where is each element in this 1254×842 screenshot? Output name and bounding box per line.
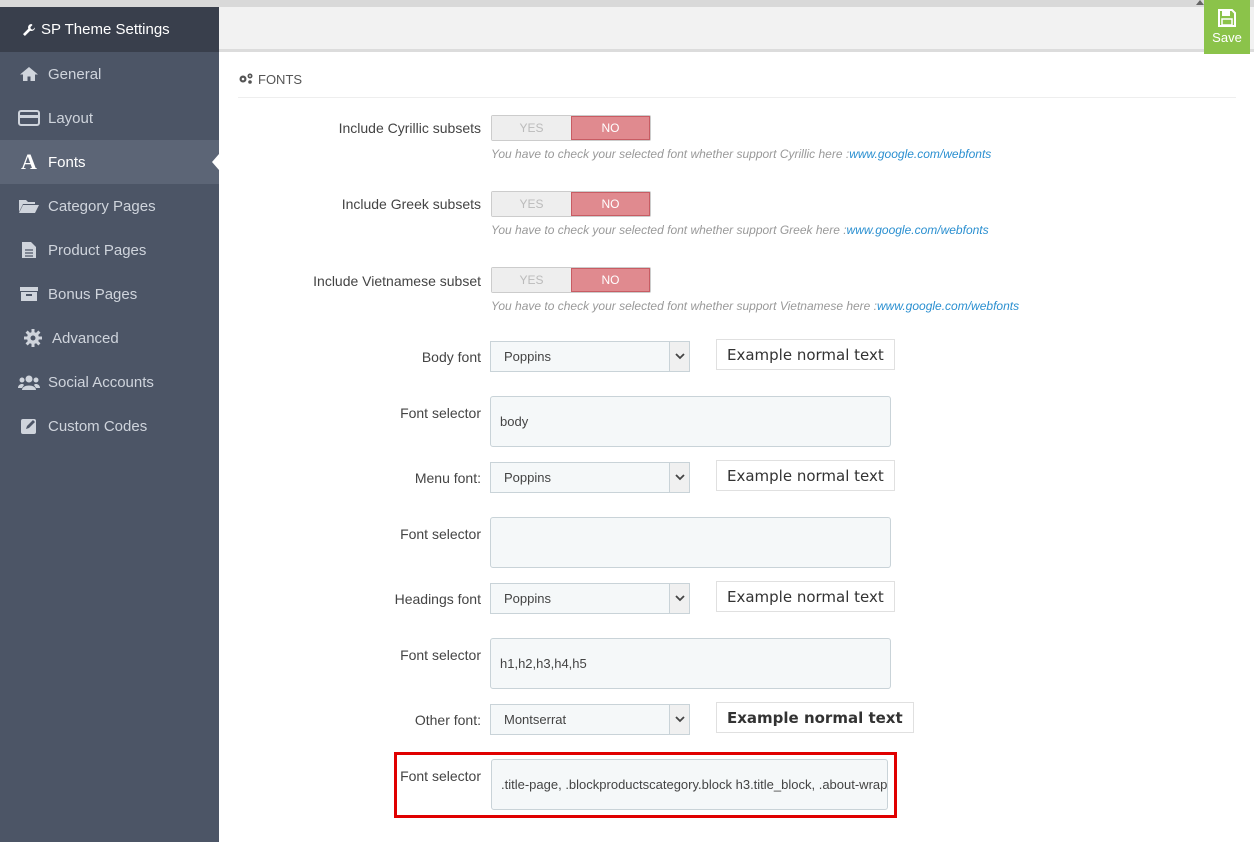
vietnamese-help: You have to check your selected font whe…	[491, 299, 1019, 313]
body-font-value: Poppins	[504, 349, 551, 364]
headings-font-value: Poppins	[504, 591, 551, 606]
sidebar-item-label: Custom Codes	[48, 417, 148, 435]
cyrillic-yes-option[interactable]: YES	[492, 116, 571, 140]
sidebar-item-label: Category Pages	[48, 197, 156, 215]
edit-icon	[18, 417, 40, 435]
sidebar-item-label: Advanced	[52, 329, 119, 347]
vietnamese-help-text: You have to check your selected font whe…	[491, 299, 878, 313]
greek-no-option[interactable]: NO	[570, 192, 650, 216]
vietnamese-no-option[interactable]: NO	[570, 268, 650, 292]
section-title: FONTS	[258, 72, 303, 87]
section-header: FONTS	[238, 62, 1236, 98]
greek-help-text: You have to check your selected font whe…	[491, 223, 847, 237]
headings-selector-input[interactable]: h1,h2,h3,h4,h5	[490, 638, 891, 689]
other-font-value: Montserrat	[504, 712, 567, 727]
chevron-down-icon	[669, 705, 689, 734]
vietnamese-toggle[interactable]: YES NO	[491, 267, 651, 293]
cyrillic-label: Include Cyrillic subsets	[338, 120, 481, 136]
save-button[interactable]: Save	[1204, 0, 1250, 54]
sidebar-item-general[interactable]: General	[0, 52, 219, 96]
menu-font-label: Menu font:	[414, 470, 481, 486]
sidebar-item-label: Social Accounts	[48, 373, 154, 391]
cyrillic-no-option[interactable]: NO	[570, 116, 650, 140]
floppy-disk-icon	[1218, 9, 1236, 30]
vietnamese-yes-option[interactable]: YES	[492, 268, 571, 292]
headings-font-example: Example normal text	[716, 581, 895, 612]
sidebar-title: SP Theme Settings	[41, 21, 170, 38]
sidebar-item-label: General	[48, 65, 102, 83]
menu-font-example: Example normal text	[716, 460, 895, 491]
folder-open-icon	[18, 197, 40, 215]
cyrillic-help: You have to check your selected font whe…	[491, 147, 991, 161]
file-icon	[18, 241, 40, 259]
chevron-down-icon	[669, 342, 689, 371]
vietnamese-label: Include Vietnamese subset	[313, 273, 481, 289]
greek-label: Include Greek subsets	[341, 196, 481, 212]
greek-help: You have to check your selected font whe…	[491, 223, 989, 237]
archive-icon	[18, 285, 40, 303]
scroll-up-icon[interactable]	[1196, 0, 1204, 5]
highlight-box	[394, 752, 897, 818]
cyrillic-help-text: You have to check your selected font whe…	[491, 147, 850, 161]
sidebar-item-label: Fonts	[48, 153, 86, 171]
sidebar-item-label: Layout	[48, 109, 94, 127]
users-icon	[18, 373, 40, 391]
headings-selector-label: Font selector	[400, 647, 481, 663]
sidebar-item-social-accounts[interactable]: Social Accounts	[0, 360, 219, 404]
body-selector-label: Font selector	[400, 405, 481, 421]
cyrillic-webfonts-link[interactable]: www.google.com/webfonts	[849, 147, 991, 161]
sidebar-item-label: Bonus Pages	[48, 285, 138, 303]
chevron-down-icon	[669, 463, 689, 492]
headings-font-label: Headings font	[394, 591, 481, 607]
greek-toggle[interactable]: YES NO	[491, 191, 651, 217]
font-icon: A	[21, 149, 37, 174]
vietnamese-webfonts-link[interactable]: www.google.com/webfonts	[877, 299, 1019, 313]
body-selector-input[interactable]: body	[490, 396, 891, 447]
other-font-label: Other font:	[414, 712, 481, 728]
menu-selector-input[interactable]	[490, 517, 891, 568]
other-font-select[interactable]: Montserrat	[490, 704, 690, 735]
sidebar-item-label: Product Pages	[48, 241, 147, 259]
save-label: Save	[1212, 30, 1242, 45]
home-icon	[18, 65, 40, 83]
top-toolbar	[219, 7, 1254, 52]
cogs-icon	[238, 72, 254, 87]
body-font-select[interactable]: Poppins	[490, 341, 690, 372]
menu-font-value: Poppins	[504, 470, 551, 485]
sidebar-item-fonts[interactable]: A Fonts	[0, 140, 219, 184]
menu-selector-label: Font selector	[400, 526, 481, 542]
body-font-label: Body font	[421, 349, 481, 365]
chevron-down-icon	[669, 584, 689, 613]
menu-font-select[interactable]: Poppins	[490, 462, 690, 493]
greek-yes-option[interactable]: YES	[492, 192, 571, 216]
headings-font-select[interactable]: Poppins	[490, 583, 690, 614]
gear-icon	[22, 329, 44, 347]
body-font-example: Example normal text	[716, 339, 895, 370]
wrench-icon	[22, 23, 36, 37]
sidebar-item-product-pages[interactable]: Product Pages	[0, 228, 219, 272]
top-strip	[0, 0, 1254, 7]
sidebar-header: SP Theme Settings	[0, 7, 219, 52]
other-font-example: Example normal text	[716, 702, 914, 733]
credit-card-icon	[18, 109, 40, 127]
greek-webfonts-link[interactable]: www.google.com/webfonts	[847, 223, 989, 237]
cyrillic-toggle[interactable]: YES NO	[491, 115, 651, 141]
